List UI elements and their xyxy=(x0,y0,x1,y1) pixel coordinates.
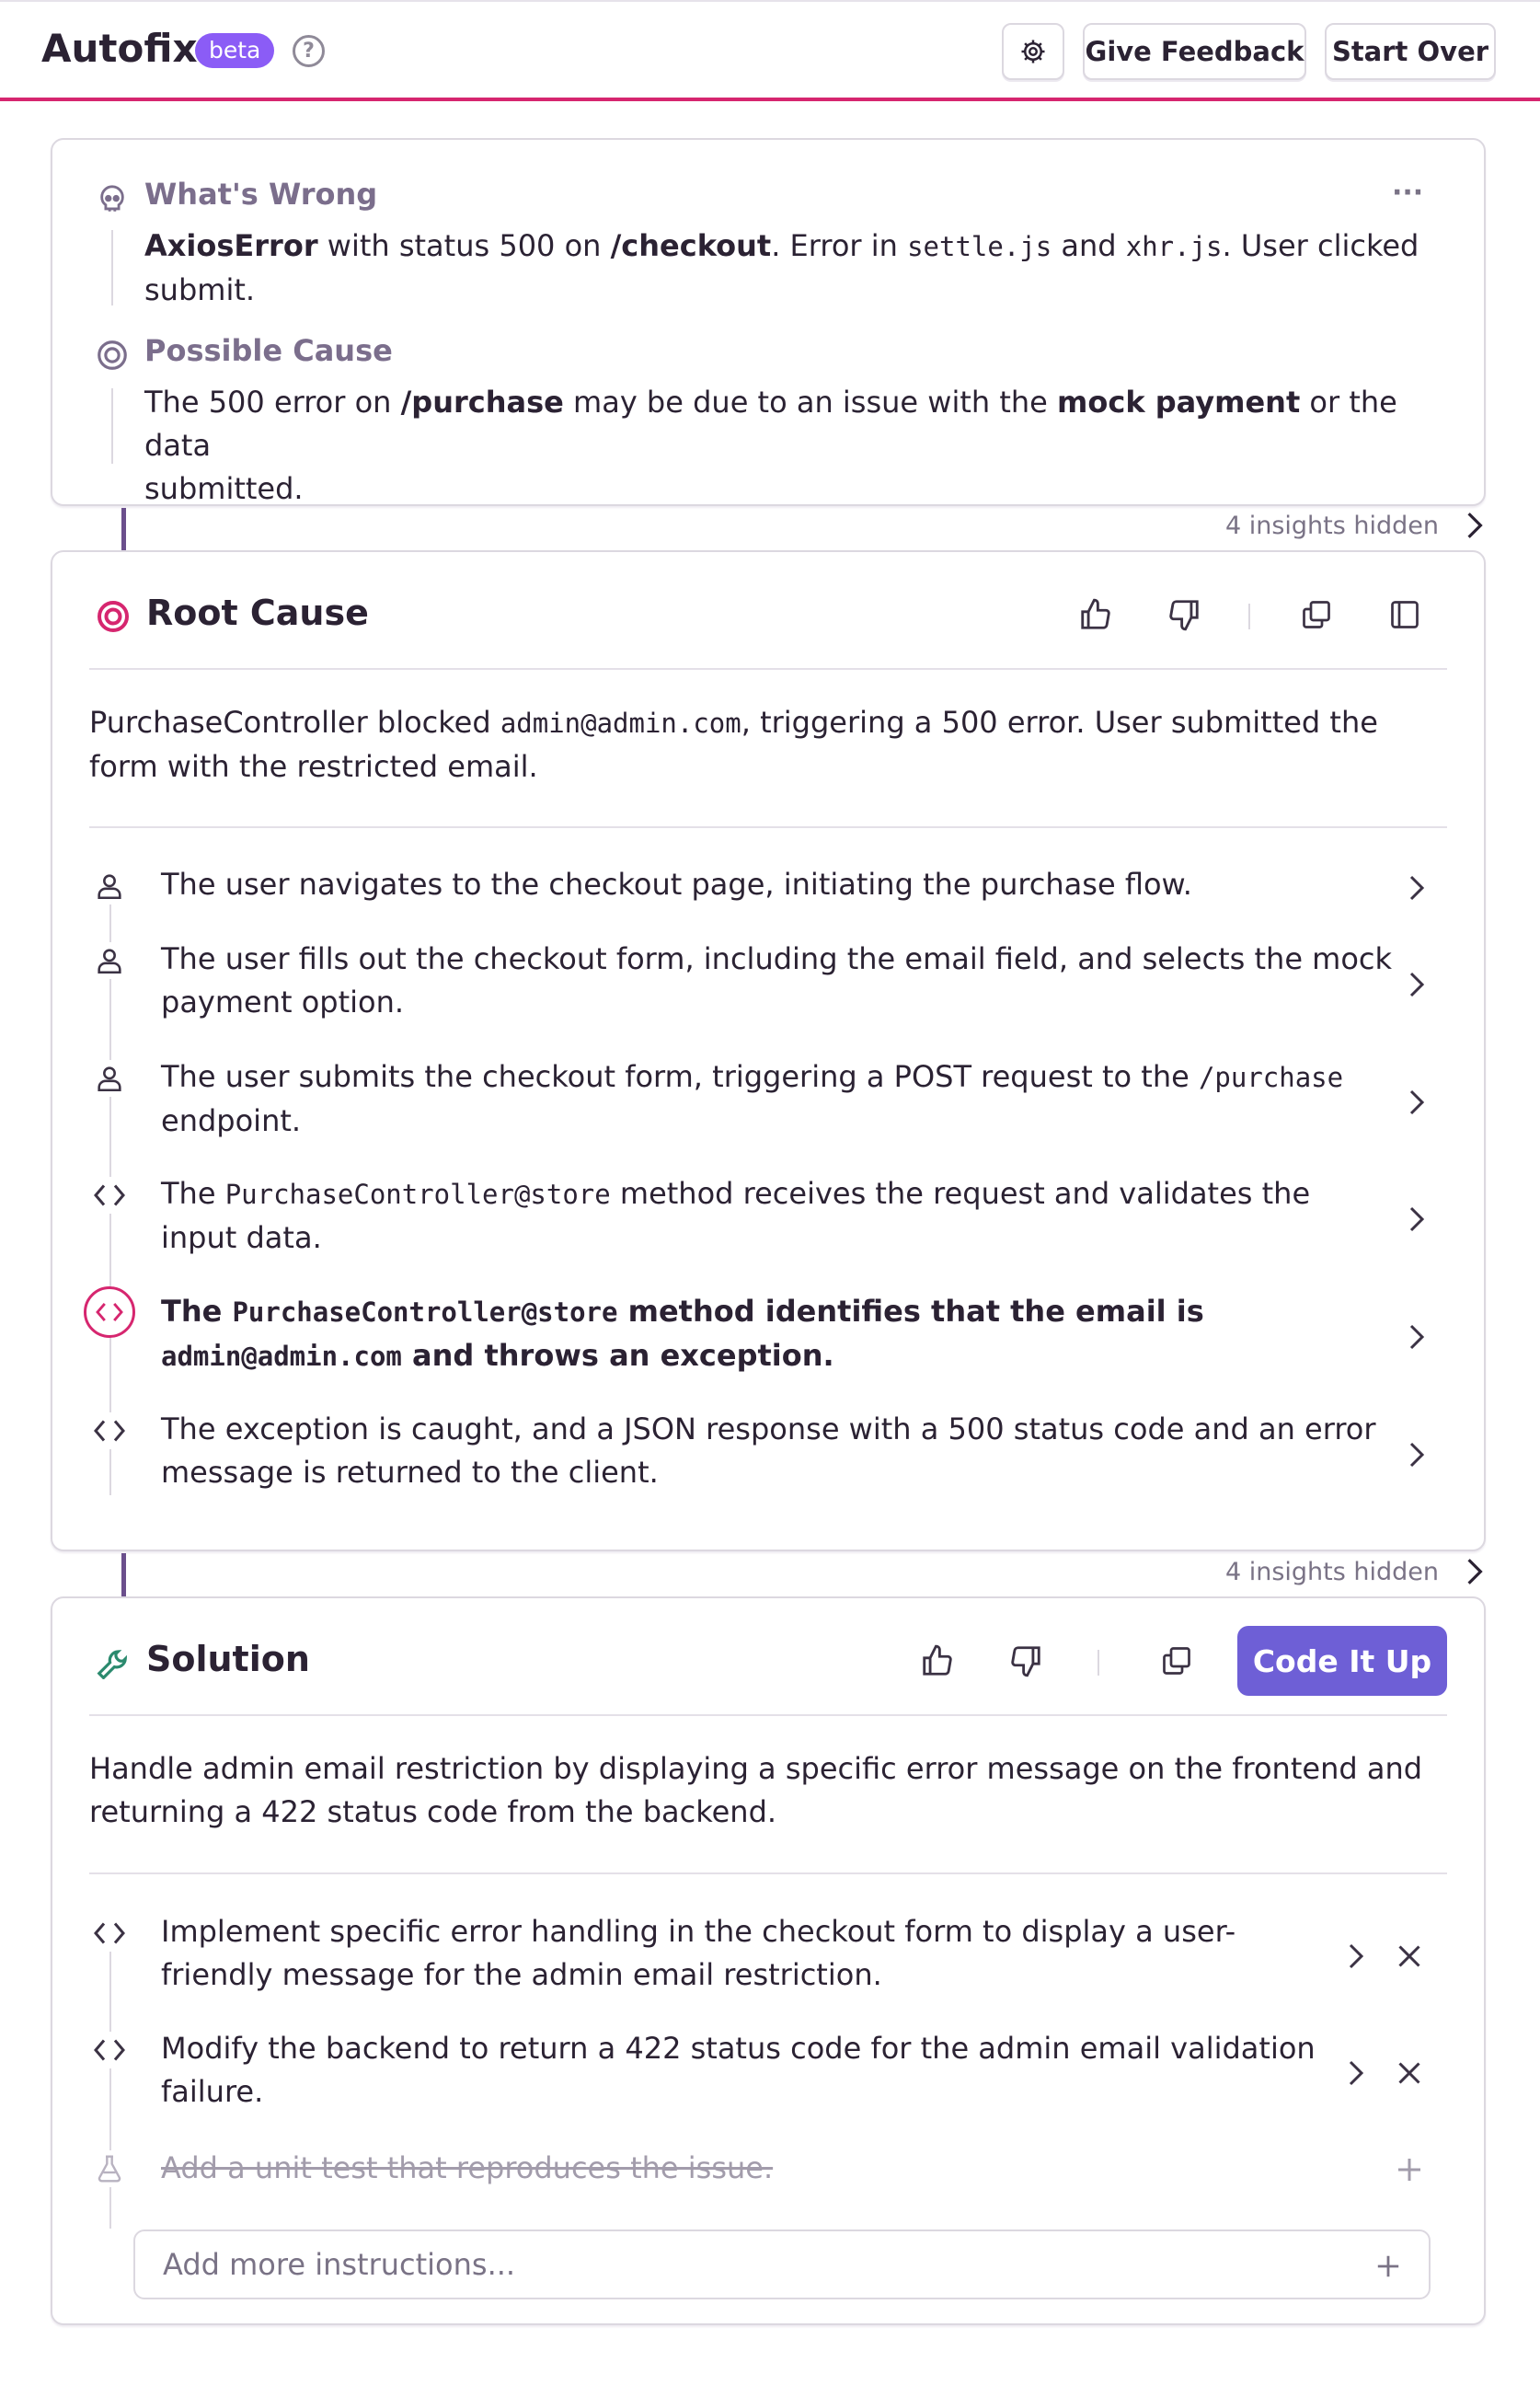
chevron-right-icon[interactable] xyxy=(1342,2059,1370,2087)
root-cause-step[interactable]: The user fills out the checkout form, in… xyxy=(161,938,1394,1024)
chevron-right-icon[interactable] xyxy=(1403,1323,1431,1351)
user-icon xyxy=(91,868,128,904)
side-panel-icon xyxy=(1391,601,1419,628)
plus-icon[interactable] xyxy=(1396,2156,1423,2183)
gear-icon xyxy=(1021,40,1045,63)
thumbs-up-button[interactable] xyxy=(917,1641,958,1681)
thumbs-down-icon xyxy=(1011,1646,1040,1677)
thumbs-down-icon xyxy=(1169,600,1199,631)
chevron-right-icon[interactable] xyxy=(1403,1205,1431,1233)
flask-icon xyxy=(91,2150,128,2187)
divider xyxy=(1098,1650,1099,1676)
root-cause-step[interactable]: The exception is caught, and a JSON resp… xyxy=(161,1408,1394,1494)
give-feedback-button[interactable]: Give Feedback xyxy=(1083,23,1306,80)
copy-button[interactable] xyxy=(1156,1641,1197,1681)
code-icon xyxy=(84,1286,135,1338)
page-title: Autofix xyxy=(41,26,198,71)
thumbs-up-icon xyxy=(1081,598,1110,629)
code-icon xyxy=(91,1177,128,1214)
solution-step[interactable]: Modify the backend to return a 422 statu… xyxy=(161,2027,1320,2114)
target-icon xyxy=(95,338,130,373)
chevron-right-icon xyxy=(1467,513,1483,538)
thumbs-down-button[interactable] xyxy=(1164,594,1204,635)
whats-wrong-label: What's Wrong xyxy=(144,177,378,212)
possible-cause-label: Possible Cause xyxy=(144,333,393,368)
divider xyxy=(89,1872,1447,1874)
chevron-right-icon[interactable] xyxy=(1403,1441,1431,1469)
add-unit-test-step: Add a unit test that reproduces the issu… xyxy=(161,2150,774,2185)
divider xyxy=(89,668,1447,670)
insights-hidden-label: 4 insights hidden xyxy=(1224,1557,1439,1586)
summary-card: ··· What's Wrong AxiosError with status … xyxy=(51,138,1486,506)
divider xyxy=(89,826,1447,828)
thumbs-up-icon xyxy=(923,1644,952,1676)
solution-title: Solution xyxy=(146,1639,310,1679)
code-it-up-button[interactable]: Code It Up xyxy=(1237,1626,1447,1696)
close-icon[interactable] xyxy=(1396,1942,1423,1970)
chevron-right-icon xyxy=(1467,1559,1483,1584)
add-instructions-input[interactable]: Add more instructions... xyxy=(133,2229,1431,2299)
insights-hidden-toggle[interactable]: 4 insights hidden xyxy=(1225,511,1485,540)
root-cause-step-highlighted[interactable]: The PurchaseController@store method iden… xyxy=(161,1290,1394,1378)
copy-icon xyxy=(1163,1647,1190,1675)
code-icon xyxy=(91,1412,128,1449)
code-icon xyxy=(91,1915,128,1952)
copy-button[interactable] xyxy=(1296,594,1337,635)
possible-cause-text: The 500 error on /purchase may be due to… xyxy=(144,385,1397,506)
start-over-button[interactable]: Start Over xyxy=(1325,23,1496,80)
copy-icon xyxy=(1303,601,1330,628)
divider xyxy=(1248,604,1250,629)
solution-card: Solution Code It Up Handle admin email r… xyxy=(51,1596,1486,2325)
thumbs-down-button[interactable] xyxy=(1006,1641,1046,1681)
root-cause-summary: PurchaseController blocked admin@admin.c… xyxy=(89,705,1378,784)
connector-line xyxy=(121,508,126,550)
divider xyxy=(111,230,113,305)
root-cause-title: Root Cause xyxy=(146,593,369,633)
app-header: Autofix beta ? Give Feedback Start Over xyxy=(0,0,1540,101)
add-instructions-placeholder: Add more instructions... xyxy=(163,2247,516,2282)
connector-line xyxy=(121,1553,126,1597)
insights-hidden-label: 4 insights hidden xyxy=(1224,511,1439,540)
solution-step[interactable]: Implement specific error handling in the… xyxy=(161,1910,1320,1997)
root-cause-step[interactable]: The user submits the checkout form, trig… xyxy=(161,1055,1394,1143)
chevron-right-icon[interactable] xyxy=(1342,1942,1370,1970)
more-options-icon[interactable]: ··· xyxy=(1392,177,1423,209)
target-icon xyxy=(95,598,132,635)
beta-badge: beta xyxy=(195,33,275,68)
chevron-right-icon[interactable] xyxy=(1403,971,1431,998)
wrench-icon xyxy=(95,1644,130,1679)
divider xyxy=(89,1714,1447,1716)
chevron-right-icon[interactable] xyxy=(1403,874,1431,902)
settings-button[interactable] xyxy=(1002,23,1064,80)
close-icon[interactable] xyxy=(1396,2059,1423,2087)
user-icon xyxy=(91,942,128,979)
whats-wrong-text: AxiosError with status 500 on /checkout.… xyxy=(144,228,1419,307)
divider xyxy=(111,388,113,464)
plus-icon[interactable] xyxy=(1375,2253,1401,2279)
root-cause-step[interactable]: The PurchaseController@store method rece… xyxy=(161,1172,1394,1260)
root-cause-card: Root Cause PurchaseController blocked ad… xyxy=(51,550,1486,1551)
insights-hidden-toggle[interactable]: 4 insights hidden xyxy=(1225,1557,1485,1586)
code-icon xyxy=(91,2032,128,2068)
help-icon[interactable]: ? xyxy=(293,35,325,67)
thumbs-up-button[interactable] xyxy=(1075,594,1116,635)
skull-icon xyxy=(97,184,128,215)
chevron-right-icon[interactable] xyxy=(1403,1089,1431,1116)
solution-summary: Handle admin email restriction by displa… xyxy=(89,1751,1423,1829)
root-cause-step[interactable]: The user navigates to the checkout page,… xyxy=(161,863,1394,906)
user-icon xyxy=(91,1060,128,1097)
side-panel-button[interactable] xyxy=(1385,594,1425,635)
